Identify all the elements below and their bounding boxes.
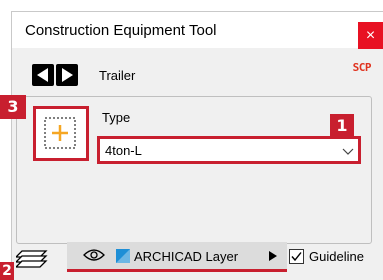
next-button[interactable] bbox=[56, 64, 78, 86]
current-item-label: Trailer bbox=[99, 68, 136, 83]
layer-color-icon bbox=[116, 249, 130, 263]
guideline-label: Guideline bbox=[309, 249, 364, 264]
chevron-down-icon bbox=[342, 148, 354, 155]
prev-arrow-icon bbox=[37, 68, 48, 82]
close-icon: × bbox=[365, 27, 376, 44]
eye-icon[interactable] bbox=[83, 248, 105, 262]
next-arrow-icon bbox=[62, 68, 73, 82]
layer-selector[interactable]: ARCHICAD Layer bbox=[67, 242, 287, 272]
layers-icon[interactable] bbox=[16, 249, 48, 269]
callout-marker-1: 1 bbox=[330, 114, 354, 138]
type-label: Type bbox=[102, 110, 131, 125]
submenu-arrow-icon bbox=[269, 251, 277, 261]
close-button[interactable]: × bbox=[358, 22, 383, 49]
callout-marker-3: 3 bbox=[0, 95, 26, 119]
add-object-button[interactable] bbox=[33, 106, 89, 161]
scp-badge: SCP bbox=[352, 61, 372, 74]
layer-bar: ARCHICAD Layer Guideline bbox=[11, 240, 383, 280]
check-icon bbox=[291, 252, 302, 262]
guideline-checkbox[interactable] bbox=[289, 249, 304, 264]
add-object-icon bbox=[44, 117, 76, 149]
type-select[interactable]: 4ton-L bbox=[97, 136, 361, 164]
layer-name: ARCHICAD Layer bbox=[134, 249, 239, 264]
prev-button[interactable] bbox=[32, 64, 54, 86]
window-title: Construction Equipment Tool bbox=[25, 22, 217, 39]
title-bar: Construction Equipment Tool × bbox=[12, 12, 383, 49]
type-select-value: 4ton-L bbox=[105, 143, 142, 158]
